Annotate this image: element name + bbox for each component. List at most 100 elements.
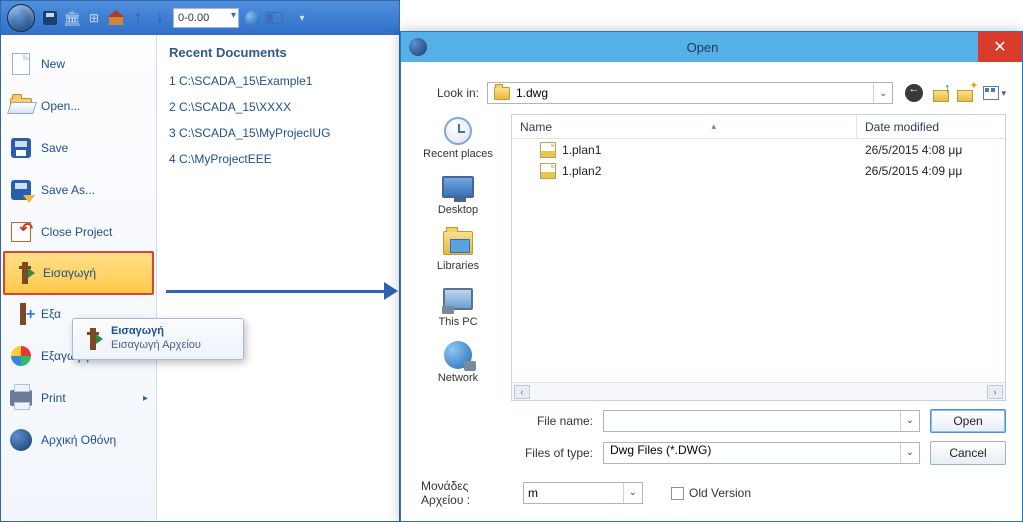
this-pc-icon	[440, 284, 476, 314]
open-button[interactable]: Open	[930, 409, 1006, 433]
up-one-level-button[interactable]	[931, 84, 949, 102]
cancel-button[interactable]: Cancel	[930, 441, 1006, 465]
network-icon	[440, 340, 476, 370]
place-desktop[interactable]: Desktop	[438, 172, 478, 216]
view-menu-button[interactable]	[983, 86, 999, 100]
tooltip-title: Εισαγωγή	[111, 325, 235, 337]
place-this-pc[interactable]: This PC	[438, 284, 477, 328]
zoom-combo[interactable]: 0-0.00	[173, 8, 239, 28]
column-date[interactable]: Date modified	[857, 115, 1005, 138]
globe-icon[interactable]	[243, 9, 261, 27]
quick-access-toolbar: 🏛 ⊞ ↑ ↓ 0-0.00 ▾	[41, 8, 311, 28]
app-window: 🏛 ⊞ ↑ ↓ 0-0.00 ▾ New Open... Save	[0, 0, 400, 522]
open-icon	[9, 94, 33, 118]
titlebar: 🏛 ⊞ ↑ ↓ 0-0.00 ▾	[1, 1, 399, 35]
menu-close-project[interactable]: Close Project	[1, 211, 156, 253]
column-name[interactable]: Name ▴	[512, 115, 857, 138]
tooltip-desc: Εισαγωγή Αρχείου	[111, 339, 235, 351]
menu-import-label: Εισαγωγή	[43, 266, 96, 280]
recent-item[interactable]: 2 C:\SCADA_15\XXXX	[169, 94, 387, 120]
menu-open-label: Open...	[41, 99, 80, 113]
look-in-value: 1.dwg	[516, 86, 548, 100]
desktop-icon	[440, 172, 476, 202]
filename-label: File name:	[507, 414, 593, 428]
chevron-down-icon: ⌄	[906, 447, 914, 458]
dialog-toolbar: ▾	[901, 84, 1006, 102]
toggle-icon[interactable]	[265, 9, 283, 27]
dialog-app-icon	[409, 38, 427, 56]
units-combo[interactable]: m⌄	[523, 482, 643, 504]
calc-icon[interactable]: ⊞	[85, 9, 103, 27]
close-project-icon	[9, 220, 33, 244]
open-dialog: Open ✕ Look in: 1.dwg ⌄ ▾ Recent	[400, 31, 1023, 522]
menu-open[interactable]: Open...	[1, 85, 156, 127]
place-recent[interactable]: Recent places	[423, 116, 493, 160]
menu-export-label: Εξα	[41, 307, 61, 321]
folder-icon	[494, 87, 510, 100]
place-network[interactable]: Network	[438, 340, 478, 384]
menu-save-as-label: Save As...	[41, 183, 95, 197]
dialog-titlebar: Open ✕	[401, 32, 1022, 62]
menu-home-screen-label: Αρχική Οθόνη	[41, 433, 116, 447]
menu-print-label: Print	[41, 391, 66, 405]
arrow-down-icon[interactable]: ↓	[151, 9, 169, 27]
checkbox-box	[671, 487, 684, 500]
file-list-pane: Name ▴ Date modified 1.plan1 26/5/2015 4…	[511, 114, 1006, 401]
new-folder-button[interactable]	[957, 84, 975, 102]
app-orb-icon[interactable]	[7, 4, 35, 32]
place-libraries[interactable]: Libraries	[437, 228, 479, 272]
menu-print[interactable]: Print ▸	[1, 377, 156, 419]
horizontal-scrollbar[interactable]: ‹ ›	[512, 382, 1005, 400]
filetype-combo[interactable]: Dwg Files (*.DWG)⌄	[603, 442, 920, 464]
menu-save-as[interactable]: Save As...	[1, 169, 156, 211]
menu-import[interactable]: Εισαγωγή	[3, 251, 154, 295]
export-icon	[9, 302, 33, 326]
menu-home-screen[interactable]: Αρχική Οθόνη	[1, 419, 156, 461]
arrow-up-icon[interactable]: ↑	[129, 9, 147, 27]
old-version-checkbox[interactable]: Old Version	[671, 486, 751, 500]
chevron-down-icon: ⌄	[906, 415, 914, 426]
chevron-down-icon: ⌄	[879, 88, 887, 99]
recent-item[interactable]: 4 C:\MyProjectEEE	[169, 146, 387, 172]
recent-item[interactable]: 1 C:\SCADA_15\Example1	[169, 68, 387, 94]
file-list-header: Name ▴ Date modified	[512, 115, 1005, 139]
library-icon[interactable]: 🏛	[63, 9, 81, 27]
scroll-left-button[interactable]: ‹	[514, 385, 530, 399]
close-button[interactable]: ✕	[978, 32, 1022, 62]
back-button[interactable]	[905, 84, 923, 102]
home-icon[interactable]	[107, 9, 125, 27]
dialog-title: Open	[427, 40, 978, 55]
look-in-combo[interactable]: 1.dwg ⌄	[487, 82, 893, 104]
filetype-label: Files of type:	[507, 446, 593, 460]
dwg-file-icon	[540, 163, 556, 179]
file-list[interactable]: 1.plan1 26/5/2015 4:08 μμ 1.plan2 26/5/2…	[512, 139, 1005, 382]
new-icon	[9, 52, 33, 76]
export-scada-icon	[9, 344, 33, 368]
look-in-row: Look in: 1.dwg ⌄ ▾	[401, 62, 1022, 114]
submenu-arrow-icon: ▸	[143, 393, 148, 404]
recent-places-icon	[440, 116, 476, 146]
import-tooltip: Εισαγωγή Εισαγωγή Αρχείου	[72, 318, 244, 360]
scroll-right-button[interactable]: ›	[987, 385, 1003, 399]
menu-items: New Open... Save Save As... Close Projec…	[1, 35, 157, 521]
view-menu-dropdown-icon[interactable]: ▾	[1001, 88, 1006, 99]
qat-customize-icon[interactable]: ▾	[293, 9, 311, 27]
filename-input[interactable]: ⌄	[603, 410, 920, 432]
sort-asc-icon: ▴	[711, 121, 716, 132]
look-in-label: Look in:	[417, 86, 479, 100]
recent-item[interactable]: 3 C:\SCADA_15\MyProjecIUG	[169, 120, 387, 146]
save-as-icon	[9, 178, 33, 202]
home-screen-icon	[9, 428, 33, 452]
save-icon[interactable]	[41, 9, 59, 27]
annotation-arrow	[166, 282, 398, 300]
file-row[interactable]: 1.plan2 26/5/2015 4:09 μμ	[512, 160, 1005, 181]
file-row[interactable]: 1.plan1 26/5/2015 4:08 μμ	[512, 139, 1005, 160]
app-menu: New Open... Save Save As... Close Projec…	[1, 35, 399, 521]
menu-save[interactable]: Save	[1, 127, 156, 169]
menu-new[interactable]: New	[1, 43, 156, 85]
recent-title: Recent Documents	[169, 45, 387, 60]
menu-new-label: New	[41, 57, 65, 71]
places-bar: Recent places Desktop Libraries This PC …	[417, 114, 499, 401]
import-icon	[11, 261, 35, 285]
print-icon	[9, 386, 33, 410]
